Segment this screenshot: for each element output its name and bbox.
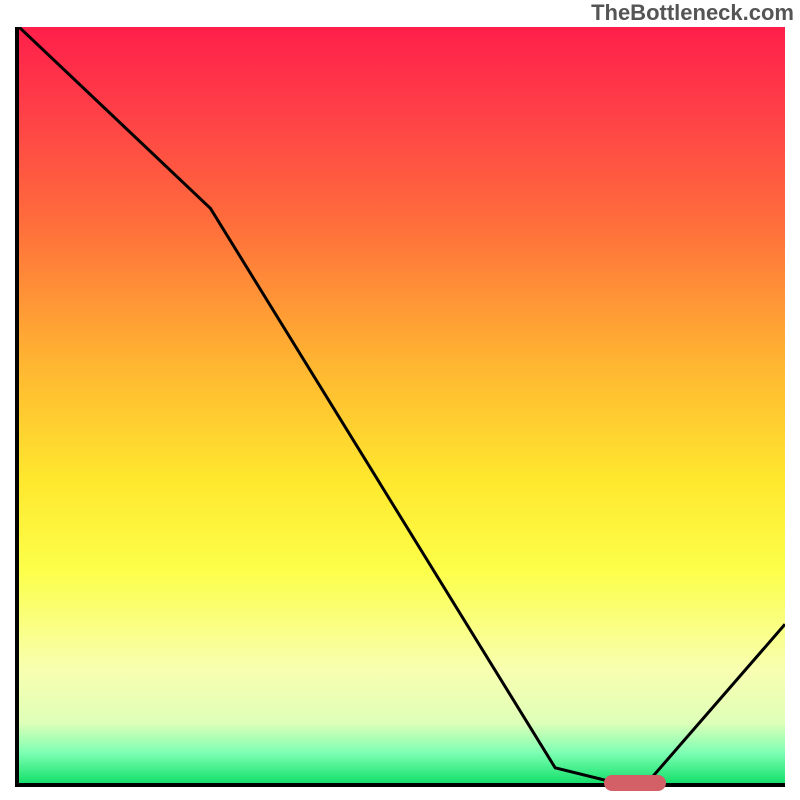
optimum-marker — [604, 775, 666, 791]
chart-container: TheBottleneck.com — [0, 0, 800, 800]
bottleneck-curve-path — [19, 27, 785, 783]
plot-area — [15, 27, 785, 787]
attribution-text: TheBottleneck.com — [591, 0, 794, 26]
curve-svg — [19, 27, 785, 783]
